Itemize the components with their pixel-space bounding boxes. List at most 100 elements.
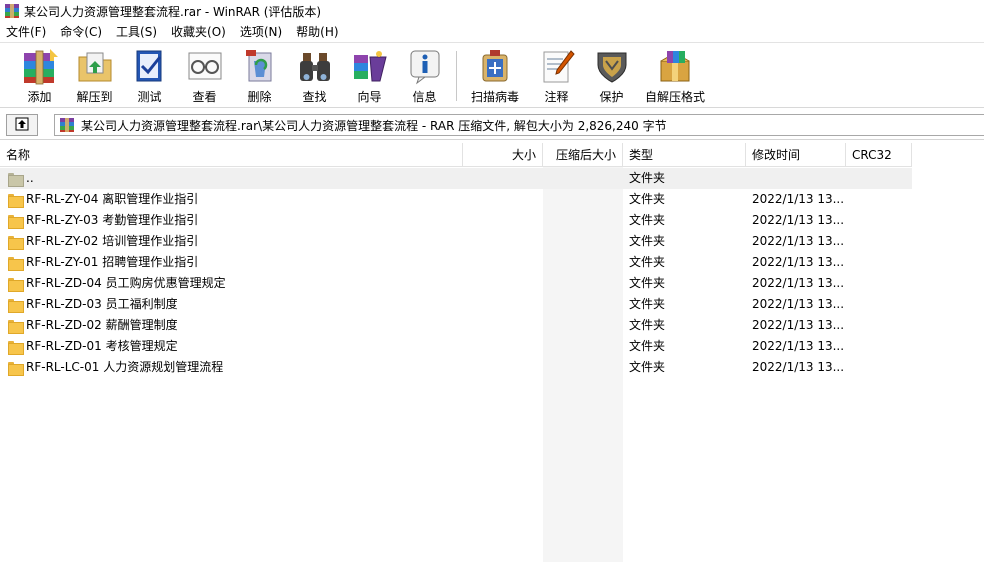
- column-crc-header[interactable]: CRC32: [846, 143, 912, 167]
- file-type: 文件夹: [629, 192, 666, 206]
- test-button[interactable]: 测试: [122, 43, 177, 105]
- up-folder-button[interactable]: [6, 114, 38, 136]
- file-modified: 2022/1/13 13...: [752, 318, 845, 332]
- column-modified-header[interactable]: 修改时间: [746, 143, 846, 167]
- file-type: 文件夹: [629, 171, 666, 185]
- file-type: 文件夹: [629, 213, 666, 227]
- file-type: 文件夹: [629, 318, 666, 332]
- rar-archive-icon: [59, 117, 75, 133]
- toolbar: 添加 解压到 测试 查看 删除 查找 向导 信息 扫描病毒 注释 保护 自解压格…: [0, 42, 984, 108]
- folder-icon: [8, 298, 24, 313]
- view-label: 查看: [192, 90, 217, 104]
- file-type: 文件夹: [629, 297, 666, 311]
- parent-folder-row[interactable]: .. 文件夹: [0, 168, 912, 189]
- wizard-label: 向导: [357, 90, 382, 104]
- file-modified: 2022/1/13 13...: [752, 213, 845, 227]
- file-name: RF-RL-ZD-01 考核管理规定: [26, 339, 178, 353]
- file-name: RF-RL-LC-01 人力资源规划管理流程: [26, 360, 224, 374]
- folder-icon: [8, 361, 24, 376]
- delete-recycle-icon: [240, 47, 280, 85]
- table-row[interactable]: RF-RL-ZD-01 考核管理规定 文件夹 2022/1/13 13...: [0, 336, 912, 357]
- table-row[interactable]: RF-RL-ZD-04 员工购房优惠管理规定 文件夹 2022/1/13 13.…: [0, 273, 912, 294]
- file-type: 文件夹: [629, 360, 666, 374]
- column-crc-label: CRC32: [852, 148, 892, 162]
- file-name: RF-RL-ZY-04 离职管理作业指引: [26, 192, 199, 206]
- column-packed-header[interactable]: ⌄ 压缩后大小: [543, 143, 623, 167]
- list-header: 名称 大小 ⌄ 压缩后大小 类型 修改时间 CRC32: [0, 143, 984, 167]
- view-glasses-icon: [185, 47, 225, 85]
- file-modified: 2022/1/13 13...: [752, 255, 845, 269]
- protect-label: 保护: [599, 90, 624, 104]
- extract-to-button[interactable]: 解压到: [67, 43, 122, 105]
- folder-icon: [8, 319, 24, 334]
- folder-icon: [8, 277, 24, 292]
- file-type: 文件夹: [629, 255, 666, 269]
- comment-button[interactable]: 注释: [529, 43, 584, 105]
- sfx-box-icon: [655, 47, 695, 85]
- folder-icon: [8, 193, 24, 208]
- archive-path-text: 某公司人力资源管理整套流程.rar\某公司人力资源管理整套流程 - RAR 压缩…: [81, 118, 667, 133]
- menu-file[interactable]: 文件(F): [0, 22, 53, 42]
- sfx-button[interactable]: 自解压格式: [639, 43, 711, 105]
- virus-scan-button[interactable]: 扫描病毒: [461, 43, 529, 105]
- delete-label: 删除: [247, 90, 272, 104]
- find-label: 查找: [302, 90, 327, 104]
- folder-icon: [8, 214, 24, 229]
- delete-button[interactable]: 删除: [232, 43, 287, 105]
- up-arrow-icon: [15, 117, 29, 134]
- table-row[interactable]: RF-RL-ZY-02 培训管理作业指引 文件夹 2022/1/13 13...: [0, 231, 912, 252]
- file-modified: 2022/1/13 13...: [752, 276, 845, 290]
- file-name: RF-RL-ZD-04 员工购房优惠管理规定: [26, 276, 226, 290]
- column-modified-label: 修改时间: [752, 148, 801, 162]
- archive-path-field[interactable]: 某公司人力资源管理整套流程.rar\某公司人力资源管理整套流程 - RAR 压缩…: [54, 114, 984, 136]
- table-row[interactable]: RF-RL-ZY-03 考勤管理作业指引 文件夹 2022/1/13 13...: [0, 210, 912, 231]
- add-button[interactable]: 添加: [12, 43, 67, 105]
- file-type: 文件夹: [629, 339, 666, 353]
- file-type: 文件夹: [629, 234, 666, 248]
- extract-to-label: 解压到: [76, 90, 113, 104]
- test-label: 测试: [137, 90, 162, 104]
- file-name: RF-RL-ZY-02 培训管理作业指引: [26, 234, 199, 248]
- wizard-icon: [350, 47, 390, 85]
- menu-options[interactable]: 选项(N): [233, 22, 289, 42]
- column-size-header[interactable]: 大小: [463, 143, 543, 167]
- column-type-header[interactable]: 类型: [623, 143, 746, 167]
- menu-help[interactable]: 帮助(H): [289, 22, 345, 42]
- table-row[interactable]: RF-RL-ZY-01 招聘管理作业指引 文件夹 2022/1/13 13...: [0, 252, 912, 273]
- column-name-header[interactable]: 名称: [0, 143, 463, 167]
- table-row[interactable]: RF-RL-ZD-03 员工福利制度 文件夹 2022/1/13 13...: [0, 294, 912, 315]
- column-type-label: 类型: [629, 148, 654, 162]
- comment-label: 注释: [544, 90, 569, 104]
- menu-tools[interactable]: 工具(S): [109, 22, 164, 42]
- table-row[interactable]: RF-RL-LC-01 人力资源规划管理流程 文件夹 2022/1/13 13.…: [0, 357, 912, 378]
- address-bar: 某公司人力资源管理整套流程.rar\某公司人力资源管理整套流程 - RAR 压缩…: [0, 110, 984, 140]
- find-button[interactable]: 查找: [287, 43, 342, 105]
- column-packed-label: 压缩后大小: [555, 148, 616, 162]
- file-name: RF-RL-ZY-03 考勤管理作业指引: [26, 213, 199, 227]
- info-icon: [405, 47, 445, 85]
- column-size-label: 大小: [511, 148, 536, 162]
- wizard-button[interactable]: 向导: [342, 43, 397, 105]
- virus-scan-icon: [475, 47, 515, 85]
- info-button[interactable]: 信息: [397, 43, 452, 105]
- extract-folder-icon: [75, 47, 115, 85]
- file-type: 文件夹: [629, 276, 666, 290]
- file-modified: 2022/1/13 13...: [752, 234, 845, 248]
- sort-ascending-icon: ⌄: [579, 147, 586, 156]
- menu-bar: 文件(F) 命令(C) 工具(S) 收藏夹(O) 选项(N) 帮助(H): [0, 22, 984, 42]
- menu-favorites[interactable]: 收藏夹(O): [164, 22, 233, 42]
- view-button[interactable]: 查看: [177, 43, 232, 105]
- file-name: RF-RL-ZY-01 招聘管理作业指引: [26, 255, 199, 269]
- winrar-app-icon: [4, 3, 20, 19]
- table-row[interactable]: RF-RL-ZD-02 薪酬管理制度 文件夹 2022/1/13 13...: [0, 315, 912, 336]
- test-check-icon: [130, 47, 170, 85]
- menu-commands[interactable]: 命令(C): [53, 22, 109, 42]
- file-list: 名称 大小 ⌄ 压缩后大小 类型 修改时间 CRC32 .. 文件夹 RF-RL-…: [0, 143, 984, 562]
- file-modified: [746, 168, 846, 189]
- comment-pen-icon: [537, 47, 577, 85]
- file-name: RF-RL-ZD-03 员工福利制度: [26, 297, 178, 311]
- protect-button[interactable]: 保护: [584, 43, 639, 105]
- table-row[interactable]: RF-RL-ZY-04 离职管理作业指引 文件夹 2022/1/13 13...: [0, 189, 912, 210]
- sfx-label: 自解压格式: [644, 90, 705, 104]
- virus-scan-label: 扫描病毒: [470, 90, 519, 104]
